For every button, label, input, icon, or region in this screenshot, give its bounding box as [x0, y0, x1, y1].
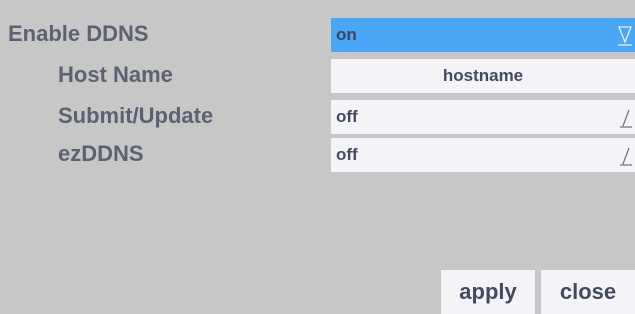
ezddns-label: ezDDNS: [58, 141, 144, 166]
submit-update-value: off: [336, 107, 358, 126]
close-button[interactable]: close: [541, 270, 635, 314]
host-name-field[interactable]: hostname: [331, 59, 635, 93]
host-name-label: Host Name: [58, 62, 173, 87]
ezddns-value: off: [336, 145, 358, 164]
triangle-down-icon: [618, 26, 632, 46]
enable-ddns-label: Enable DDNS: [8, 21, 149, 46]
submit-update-label: Submit/Update: [58, 103, 214, 128]
submit-update-select[interactable]: off: [331, 100, 635, 134]
ddns-settings-panel: Enable DDNS on Host Name hostname Submit…: [0, 0, 635, 314]
host-name-value: hostname: [442, 66, 524, 85]
slash-dropdown-icon: [620, 109, 632, 128]
enable-ddns-select[interactable]: on: [331, 18, 635, 52]
enable-ddns-value: on: [336, 25, 357, 44]
ezddns-select[interactable]: off: [331, 138, 635, 172]
slash-dropdown-icon: [620, 147, 632, 166]
apply-button[interactable]: apply: [441, 270, 535, 314]
